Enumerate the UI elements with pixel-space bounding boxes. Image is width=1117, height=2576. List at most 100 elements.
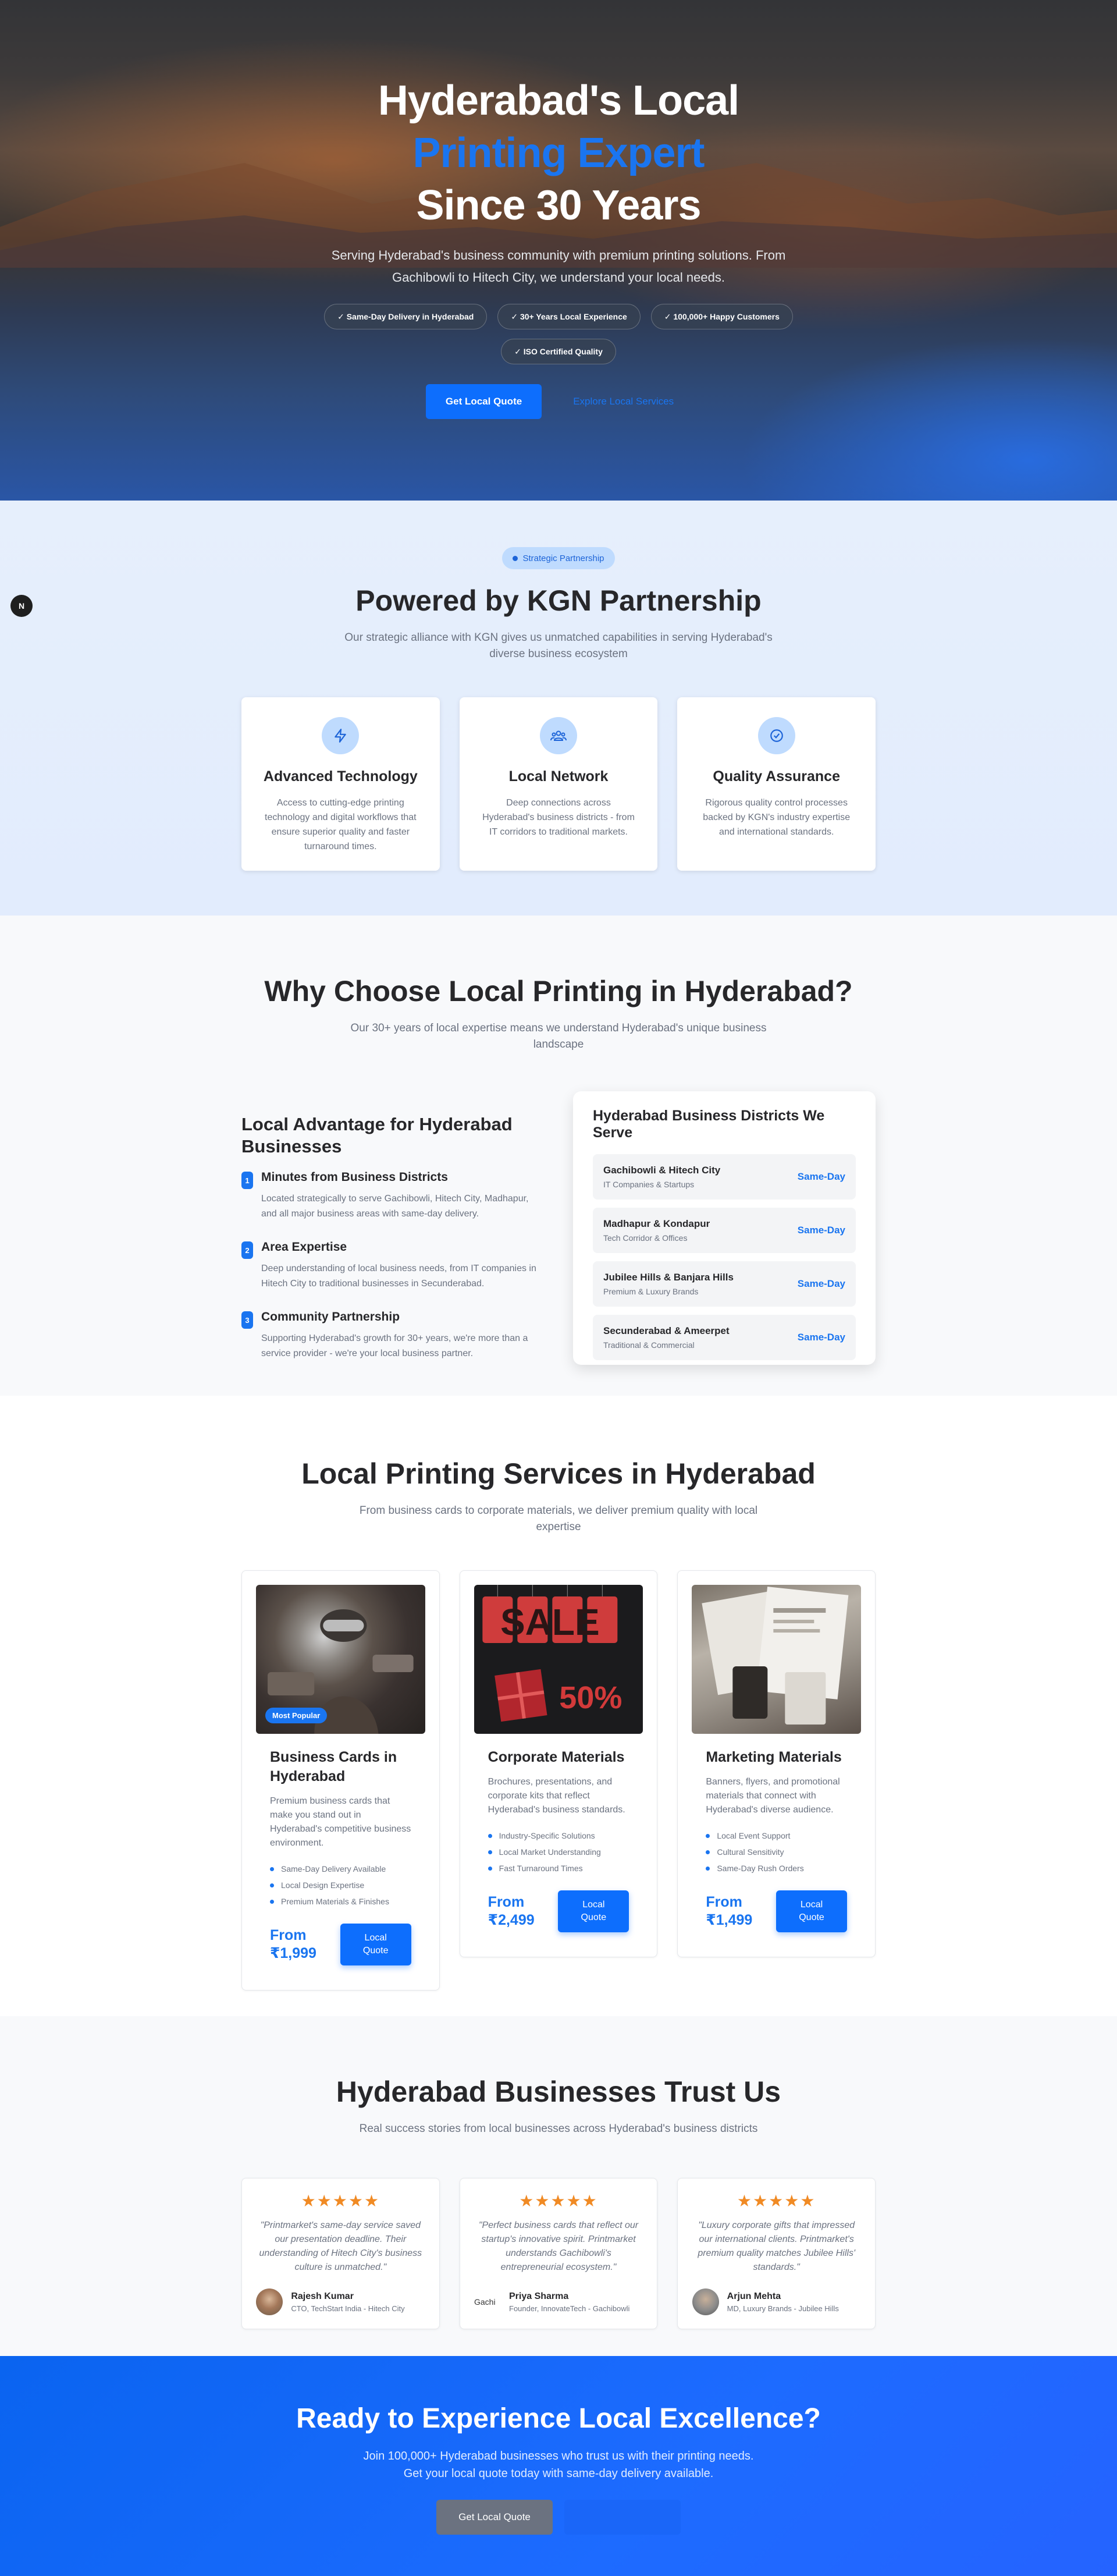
price-row: From ₹1,999 Local Quote	[256, 1924, 425, 1976]
local-quote-button[interactable]: Local Quote	[776, 1890, 848, 1932]
feature-item: Same-Day Delivery Available	[270, 1861, 425, 1877]
feature-title: Quality Assurance	[713, 768, 840, 785]
district-row: Madhapur & Kondapur Tech Corridor & Offic…	[593, 1208, 856, 1253]
check-circle-icon	[757, 717, 795, 754]
service-card-marketing: Marketing Materials Banners, flyers, and…	[677, 1570, 876, 1957]
trust-title: Hyderabad Businesses Trust Us	[336, 2075, 781, 2108]
district-sub: Tech Corridor & Offices	[603, 1233, 688, 1243]
service-price: From ₹2,499	[488, 1893, 535, 1929]
why-subtitle: Our 30+ years of local expertise means w…	[350, 1022, 767, 1051]
badge-same-day: ✓ Same-Day Delivery in Hyderabad	[324, 304, 488, 329]
point-text: Deep understanding of local business nee…	[261, 1264, 536, 1289]
partnership-pill: Strategic Partnership	[502, 547, 615, 569]
why-title: Why Choose Local Printing in Hyderabad?	[264, 975, 853, 1007]
bullet-icon	[270, 1867, 274, 1871]
feature-item: Local Market Understanding	[488, 1844, 643, 1860]
feature-label: Same-Day Delivery Available	[281, 1864, 386, 1874]
why-local-section: Why Choose Local Printing in Hyderabad? …	[0, 916, 1117, 1396]
feature-title: Advanced Technology	[263, 768, 418, 785]
cta-get-local-quote-button[interactable]: Get Local Quote	[436, 2500, 553, 2535]
price-value: ₹2,499	[488, 1912, 535, 1928]
badge-experience: ✓ 30+ Years Local Experience	[497, 304, 641, 329]
cta-section: Ready to Experience Local Excellence? Jo…	[0, 2356, 1117, 2576]
users-icon	[540, 717, 577, 754]
district-delivery-tag: Same-Day	[797, 1332, 845, 1343]
why-grid: Local Advantage for Hyderabad Businesses…	[241, 1091, 876, 1365]
testimonial-card: ★★★★★ "Perfect business cards that refle…	[459, 2178, 658, 2329]
sale-text: SALE	[500, 1601, 600, 1643]
advantage-point: 2 Area Expertise Deep understanding of l…	[241, 1240, 544, 1291]
bullet-icon	[706, 1833, 710, 1838]
district-name: Secunderabad & Ameerpet	[603, 1325, 730, 1336]
feature-label: Cultural Sensitivity	[717, 1847, 784, 1857]
district-name: Gachibowli & Hitech City	[603, 1165, 721, 1176]
bullet-icon	[270, 1883, 274, 1887]
district-row: Secunderabad & Ameerpet Traditional & Com…	[593, 1315, 856, 1360]
service-price: From ₹1,999	[270, 1926, 316, 1963]
bullet-icon	[488, 1866, 492, 1871]
avatar	[256, 2288, 283, 2315]
feature-label: Fast Turnaround Times	[499, 1864, 583, 1873]
bullet-icon	[488, 1850, 492, 1854]
districts-card: Hyderabad Business Districts We Serve Ga…	[573, 1091, 876, 1365]
partnership-title: Powered by KGN Partnership	[355, 584, 762, 617]
feature-item: Cultural Sensitivity	[706, 1844, 861, 1860]
service-desc: Brochures, presentations, and corporate …	[488, 1777, 625, 1815]
feature-item: Local Event Support	[706, 1828, 861, 1844]
price-value: ₹1,499	[706, 1912, 753, 1928]
quote-line1: Local	[364, 1933, 387, 1943]
marketing-materials-image	[692, 1585, 862, 1734]
point-text: Supporting Hyderabad's growth for 30+ ye…	[261, 1333, 528, 1358]
author-role: MD, Luxury Brands - Jubilee Hills	[727, 2304, 839, 2313]
testimonial-quote: "Printmarket's same-day service saved ou…	[259, 2220, 422, 2272]
service-features: Same-Day Delivery Available Local Design…	[256, 1861, 425, 1910]
local-advantage: Local Advantage for Hyderabad Businesses…	[241, 1091, 544, 1365]
point-title: Community Partnership	[261, 1310, 400, 1324]
feature-item: Fast Turnaround Times	[488, 1860, 643, 1876]
testimonial-author: Gachi Priya Sharma Founder, InnovateTech …	[474, 2288, 643, 2315]
documents-desk-illustration	[702, 1587, 849, 1725]
price-row: From ₹2,499 Local Quote	[474, 1890, 643, 1943]
author-name: Rajesh Kumar	[291, 2291, 354, 2301]
cta-secondary-button[interactable]	[564, 2500, 681, 2535]
floating-n-badge[interactable]: N	[10, 595, 33, 617]
feature-card-quality: Quality Assurance Rigorous quality contr…	[677, 697, 876, 871]
services-title: Local Printing Services in Hyderabad	[301, 1457, 816, 1490]
district-delivery-tag: Same-Day	[797, 1171, 845, 1182]
avatar	[692, 2288, 719, 2315]
pill-label: Strategic Partnership	[522, 553, 604, 563]
quote-line1: Local	[582, 1900, 605, 1910]
feature-label: Industry-Specific Solutions	[499, 1831, 595, 1840]
feature-label: Premium Materials & Finishes	[281, 1897, 389, 1906]
feature-label: Same-Day Rush Orders	[717, 1864, 804, 1873]
feature-label: Local Design Expertise	[281, 1880, 365, 1890]
testimonial-card: ★★★★★ "Luxury corporate gifts that impre…	[677, 2178, 876, 2329]
bullet-icon	[706, 1850, 710, 1854]
feature-label: Local Event Support	[717, 1831, 791, 1840]
star-rating-icon: ★★★★★	[301, 2192, 380, 2210]
price-label: From	[706, 1894, 742, 1910]
explore-services-link[interactable]: Explore Local Services	[556, 384, 691, 419]
sale-tags-illustration: SALE 50%	[482, 1585, 622, 1722]
star-rating-icon: ★★★★★	[519, 2192, 598, 2210]
point-title: Minutes from Business Districts	[261, 1170, 448, 1184]
service-desc: Banners, flyers, and promotional materia…	[706, 1777, 840, 1815]
price-row: From ₹1,499 Local Quote	[692, 1890, 861, 1943]
local-quote-button[interactable]: Local Quote	[558, 1890, 629, 1932]
hero-title-line1: Hyderabad's Local	[378, 77, 739, 124]
get-local-quote-button[interactable]: Get Local Quote	[425, 384, 542, 419]
feature-item: Same-Day Rush Orders	[706, 1860, 861, 1876]
quote-line2: Quote	[362, 1946, 389, 1956]
local-quote-button[interactable]: Local Quote	[340, 1924, 411, 1965]
services-subtitle: From business cards to corporate materia…	[359, 1505, 758, 1533]
advantage-point: 3 Community Partnership Supporting Hyder…	[241, 1310, 544, 1361]
point-number: 1	[241, 1172, 253, 1189]
hero-badges: ✓ Same-Day Delivery in Hyderabad ✓ 30+ Y…	[268, 304, 849, 364]
feature-title: Local Network	[508, 768, 609, 785]
feature-card-network: Local Network Deep connections across Hy…	[459, 697, 658, 871]
quote-line1: Local	[800, 1900, 823, 1910]
feature-item: Premium Materials & Finishes	[270, 1893, 425, 1910]
point-text: Located strategically to serve Gachibowl…	[261, 1194, 529, 1219]
most-popular-badge: Most Popular	[265, 1708, 328, 1723]
district-row: Gachibowli & Hitech City IT Companies & S…	[593, 1154, 856, 1200]
